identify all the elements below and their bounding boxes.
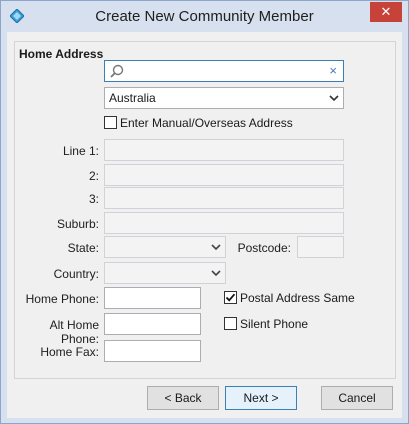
line1-input[interactable] <box>104 139 344 161</box>
state-select[interactable] <box>104 236 226 258</box>
close-icon: ✕ <box>380 4 392 19</box>
suburb-input[interactable] <box>104 212 344 234</box>
silent-phone-label: Silent Phone <box>240 317 309 331</box>
postal-same-checkbox[interactable] <box>224 291 237 304</box>
postcode-input[interactable] <box>297 236 344 258</box>
group-title: Home Address <box>19 47 104 61</box>
line1-label: Line 1: <box>62 144 99 158</box>
line2-input[interactable] <box>104 164 344 186</box>
line2-label: 2: <box>88 169 99 183</box>
suburb-label: Suburb: <box>56 217 99 231</box>
chevron-down-icon <box>329 95 339 102</box>
home-fax-label: Home Fax: <box>40 345 99 359</box>
back-button[interactable]: < Back <box>147 386 219 410</box>
cancel-button[interactable]: Cancel <box>321 386 393 410</box>
line3-label: 3: <box>88 192 99 206</box>
alt-phone-input[interactable] <box>104 313 201 335</box>
country-lookup-select[interactable]: Australia <box>104 87 344 109</box>
address-search-input[interactable]: × <box>104 60 344 82</box>
postal-same-label: Postal Address Same <box>240 291 355 305</box>
home-address-group: Home Address × Australia Enter Manual/Ov… <box>14 41 396 379</box>
manual-address-checkbox[interactable] <box>104 116 117 129</box>
state-label: State: <box>67 241 99 255</box>
next-button[interactable]: Next > <box>225 386 297 410</box>
search-icon <box>110 64 124 78</box>
manual-address-label: Enter Manual/Overseas Address <box>120 116 293 130</box>
close-button[interactable]: ✕ <box>370 2 402 22</box>
line3-input[interactable] <box>104 187 344 209</box>
chevron-down-icon <box>211 270 221 277</box>
dialog-body: Home Address × Australia Enter Manual/Ov… <box>7 32 402 418</box>
home-fax-input[interactable] <box>104 340 201 362</box>
checkmark-icon <box>225 293 236 302</box>
dialog-window: Create New Community Member ✕ Home Addre… <box>0 0 409 424</box>
alt-phone-label: Alt Home Phone: <box>49 318 99 346</box>
title-bar[interactable]: Create New Community Member ✕ <box>1 1 408 32</box>
home-phone-label: Home Phone: <box>25 292 99 306</box>
country-label: Country: <box>53 267 99 281</box>
clear-icon[interactable]: × <box>329 63 337 78</box>
postcode-label: Postcode: <box>237 241 291 255</box>
country-select[interactable] <box>104 262 226 284</box>
silent-phone-checkbox[interactable] <box>224 317 237 330</box>
home-phone-input[interactable] <box>104 287 201 309</box>
chevron-down-icon <box>211 244 221 251</box>
country-lookup-value: Australia <box>109 91 156 105</box>
window-title: Create New Community Member <box>95 8 314 25</box>
